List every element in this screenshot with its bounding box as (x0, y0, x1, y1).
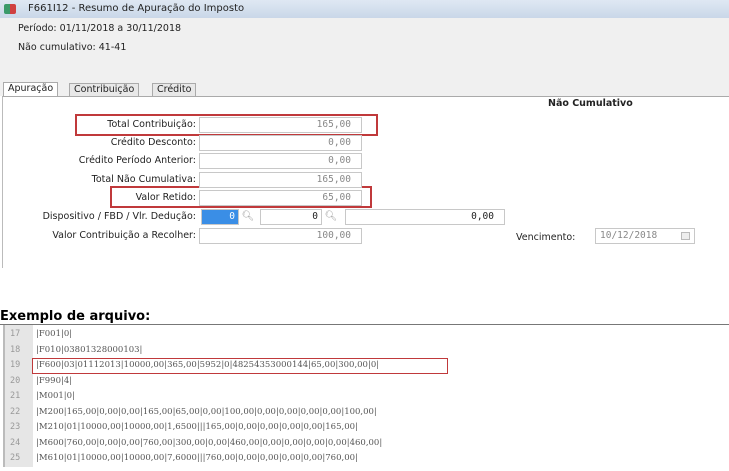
total-nao-cumulativa-label: Total Não Cumulativa: (91, 174, 196, 185)
line-number: 19 (10, 360, 21, 370)
calendar-icon[interactable] (681, 232, 690, 240)
dispositivo-label: Dispositivo / FBD / Vlr. Dedução: (42, 211, 196, 222)
line-number: 21 (10, 391, 21, 401)
code-line: |F990|4| (36, 375, 73, 386)
valor-retido-input[interactable]: 65,00 (199, 190, 362, 206)
line-number: 17 (10, 329, 21, 339)
title-bar: F661I12 - Resumo de Apuração do Imposto (0, 0, 729, 18)
valor-recolher-input[interactable]: 100,00 (199, 228, 362, 244)
section-title: Não Cumulativo (548, 98, 633, 109)
fbd-input[interactable]: 0 (260, 209, 322, 225)
code-line: |F010|03801328000103| (36, 344, 143, 355)
code-line: |M001|0| (36, 391, 75, 401)
nao-cumulativo-text: Não cumulativo: 41-41 (18, 42, 127, 53)
periodo-text: Período: 01/11/2018 a 30/11/2018 (18, 23, 182, 34)
total-contribuicao-label: Total Contribuição: (107, 119, 196, 130)
line-number: 18 (10, 344, 21, 355)
vencimento-input[interactable]: 10/12/2018 (595, 228, 695, 244)
code-line: |M200|165,00|0,00|0,00|165,00|65,00|0,00… (36, 406, 377, 417)
vencimento-label: Vencimento: (516, 232, 576, 243)
credito-periodo-anterior-label: Crédito Período Anterior: (78, 155, 196, 166)
line-number: 23 (10, 422, 21, 432)
valor-recolher-label: Valor Contribuição a Recolher: (52, 230, 196, 241)
valor-retido-label: Valor Retido: (135, 192, 196, 203)
dispositivo-input[interactable]: 0 (201, 209, 239, 225)
total-contribuicao-input[interactable]: 165,00 (199, 117, 362, 133)
credito-desconto-label: Crédito Desconto: (110, 137, 196, 148)
tab-apuracao[interactable]: Apuração (3, 82, 59, 97)
code-line: |M600|760,00|0,00|0,00|760,00|300,00|0,0… (36, 437, 383, 448)
line-number: 25 (10, 453, 21, 463)
code-line: |F001|0| (36, 329, 73, 339)
tab-contribuicao[interactable]: Contribuição (69, 83, 140, 97)
example-title: Exemplo de arquivo: (0, 309, 151, 324)
total-nao-cumulativa-input[interactable]: 165,00 (199, 172, 362, 188)
code-line: |M210|01|10000,00|10000,00|1,6500|||165,… (36, 422, 358, 432)
deducao-input[interactable]: 0,00 (345, 209, 505, 225)
line-number: 24 (10, 437, 21, 448)
header-panel: Período: 01/11/2018 a 30/11/2018 Não cum… (0, 18, 729, 82)
app-icon (4, 4, 16, 14)
code-line: |M610|01|10000,00|10000,00|7,6000|||760,… (36, 453, 358, 463)
tab-bar: Apuração Contribuição Crédito (0, 82, 729, 97)
tab-credito[interactable]: Crédito (152, 83, 197, 97)
window-title: F661I12 - Resumo de Apuração do Imposto (28, 3, 245, 14)
code-line: |F600|03|01112013|10000,00|365,00|5952|0… (36, 360, 380, 370)
credito-desconto-input[interactable]: 0,00 (199, 135, 362, 151)
search-icon[interactable]: 🔍︎ (324, 210, 338, 224)
line-number: 20 (10, 375, 21, 386)
line-number: 22 (10, 406, 21, 417)
search-icon[interactable]: 🔍︎ (241, 210, 255, 224)
credito-periodo-anterior-input[interactable]: 0,00 (199, 153, 362, 169)
